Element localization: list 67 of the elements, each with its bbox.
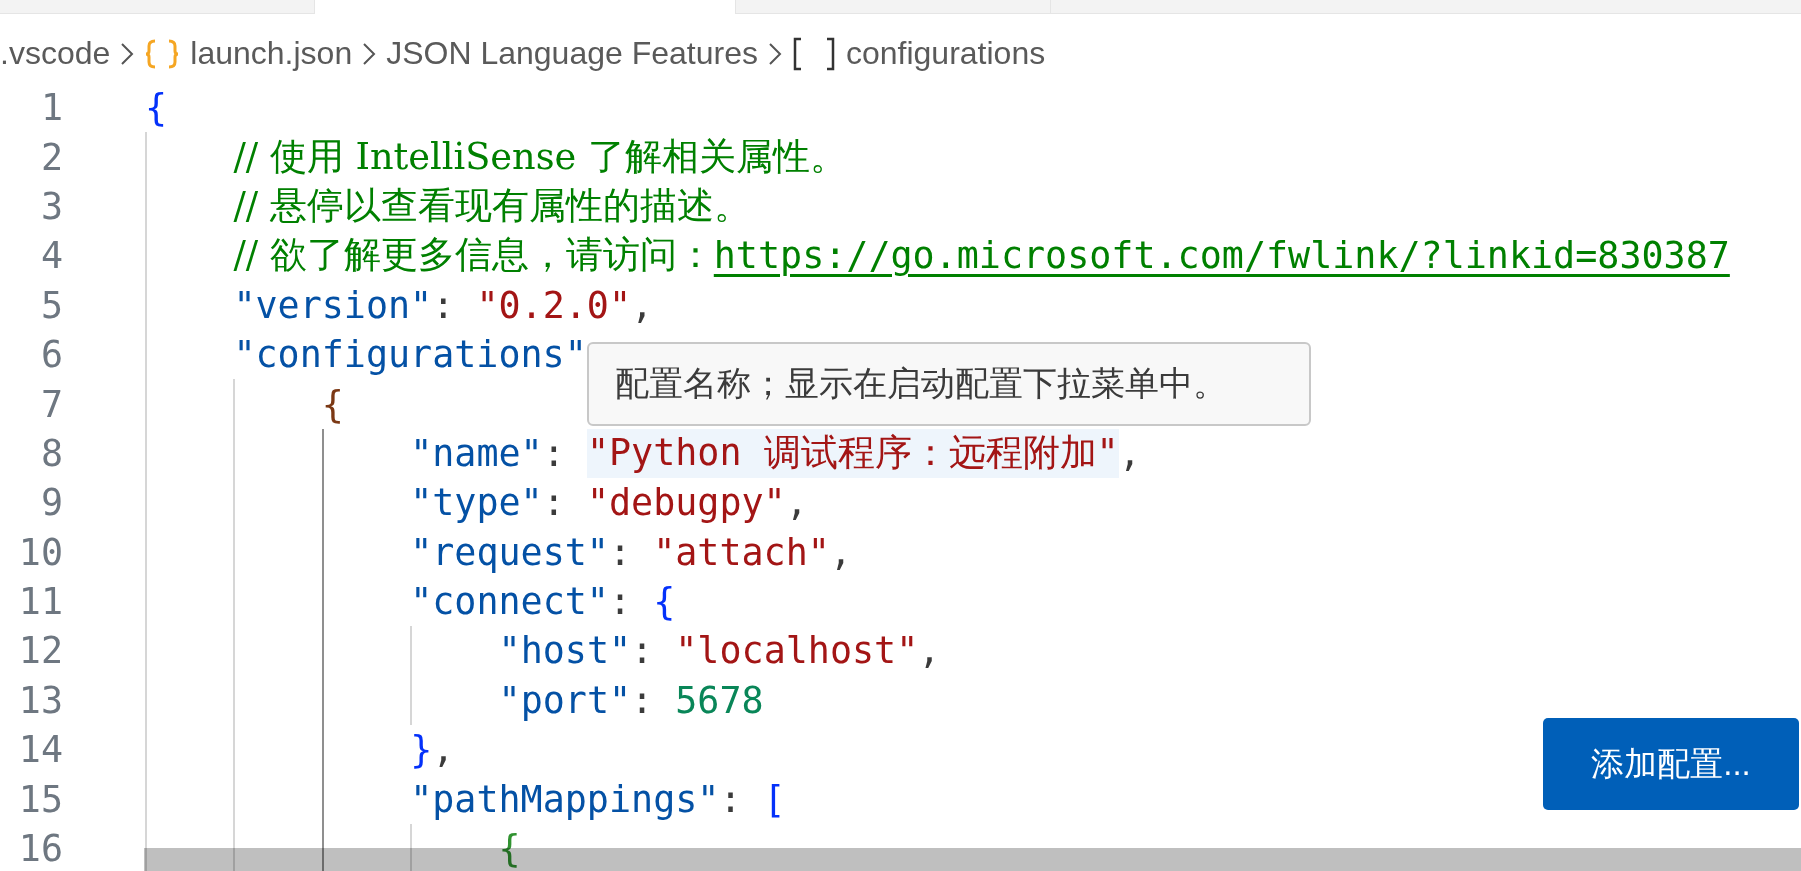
line-number: 7 — [39, 382, 63, 426]
tooltip: 配置名称；显示在启动配置下拉菜单中。 — [587, 342, 1311, 426]
line-number: 10 — [17, 530, 63, 574]
property-key: "version" — [233, 280, 433, 330]
punctuation: , — [829, 529, 852, 576]
line-number: 2 — [39, 135, 63, 179]
line-number: 11 — [17, 580, 63, 624]
number-value: 5678 — [675, 677, 764, 724]
punctuation: , — [918, 628, 941, 675]
property-key: "name" — [410, 428, 543, 479]
comment-text: // 欲了解更多信息，请访问： — [233, 232, 714, 279]
string-value: "localhost" — [675, 628, 919, 675]
punctuation: : — [631, 628, 655, 675]
string-value: "debugpy" — [586, 480, 786, 527]
line-number: 12 — [17, 629, 63, 673]
braces-icon — [144, 38, 181, 69]
punctuation: : — [631, 677, 655, 724]
breadcrumb-item[interactable]: JSON Language Features — [386, 35, 758, 72]
property-key: "port" — [498, 675, 632, 726]
editor-tab[interactable] — [315, 0, 736, 14]
bracket: } — [410, 727, 433, 774]
punctuation: : — [719, 776, 743, 823]
punctuation: : — [542, 430, 566, 477]
bracket: { — [498, 826, 521, 871]
line-number: 1 — [39, 86, 63, 130]
chevron-icon — [120, 41, 135, 66]
chevron-icon — [767, 41, 782, 66]
property-key: "pathMappings" — [410, 774, 720, 824]
link[interactable]: https://go.microsoft.com/fwlink/?linkid=830387 — [713, 231, 1730, 281]
property-key: "connect" — [410, 576, 609, 627]
bracket: { — [145, 85, 168, 132]
property-key: "configurations" — [233, 329, 587, 380]
punctuation: , — [631, 282, 654, 329]
line-number: 14 — [17, 728, 63, 772]
string-value: "attach" — [653, 529, 830, 576]
line-number: 16 — [17, 827, 63, 871]
line-number: 4 — [39, 234, 63, 278]
line-number: 3 — [39, 184, 63, 228]
property-key: "type" — [410, 478, 543, 528]
property-key: "request" — [410, 527, 609, 577]
punctuation: : — [432, 282, 456, 329]
add-configuration-button[interactable]: 添加配置... — [1543, 718, 1799, 810]
comment-text: // 使用 IntelliSense 了解相关属性。 — [233, 133, 847, 180]
comment-text: // 悬停以查看现有属性的描述。 — [233, 182, 751, 229]
line-number: 9 — [39, 481, 63, 525]
punctuation: : — [608, 579, 633, 626]
breadcrumb-item[interactable]: launch.json — [190, 35, 353, 72]
punctuation: , — [785, 480, 808, 527]
punctuation: , — [1118, 430, 1141, 477]
punctuation: : — [608, 529, 633, 576]
line-number: 13 — [17, 678, 63, 722]
line-number: 15 — [17, 777, 63, 821]
punctuation: , — [432, 727, 455, 774]
chevron-icon — [362, 41, 377, 66]
bracket: [ — [763, 776, 786, 823]
property-key: "host" — [498, 626, 632, 676]
line-number: 6 — [39, 333, 63, 377]
brackets-icon — [791, 36, 836, 71]
breadcrumb-item[interactable]: configurations — [845, 35, 1046, 72]
breadcrumb-item[interactable]: .vscode — [0, 35, 111, 72]
string-value: "Python 调试程序：远程附加" — [586, 428, 1119, 479]
bracket: { — [653, 579, 676, 626]
punctuation: : — [542, 480, 566, 527]
line-number: 5 — [39, 283, 63, 327]
bracket: { — [321, 381, 344, 428]
string-value: "0.2.0" — [476, 282, 631, 329]
line-number: 8 — [39, 431, 63, 475]
